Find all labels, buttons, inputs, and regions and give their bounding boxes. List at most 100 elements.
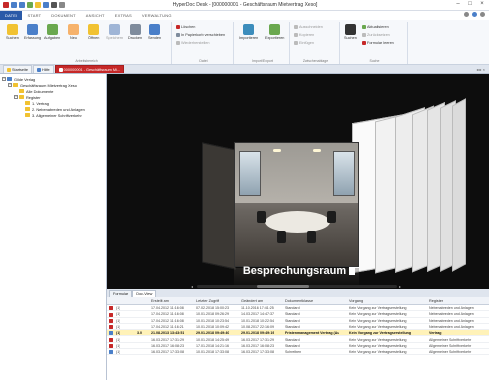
- ribbon-senden-button[interactable]: Senden: [148, 24, 161, 40]
- quick-access-item[interactable]: [59, 2, 65, 8]
- help-icon[interactable]: [472, 12, 477, 17]
- tree-node-label: 1. Vertrag: [32, 100, 49, 106]
- ribbon-neu-button[interactable]: Neu: [68, 24, 79, 40]
- tree-node-label: Alle Dokumente: [26, 88, 54, 94]
- ribbon-papierkorb-button[interactable]: In Papierkorb verschieben: [176, 33, 225, 37]
- delete-icon: [176, 25, 180, 29]
- tree-node-label: Gilde Verlag: [14, 76, 36, 82]
- ribbon-speichern-button[interactable]: Speichern: [106, 24, 123, 40]
- column-header[interactable]: Dokumentklasse: [285, 297, 313, 305]
- doc-tab-hilfe[interactable]: Hilfe: [33, 65, 54, 73]
- document-type-icon: [109, 312, 113, 317]
- ribbon-importieren-button[interactable]: Importieren: [239, 24, 258, 40]
- quick-access-item[interactable]: [43, 2, 49, 8]
- menu-tabs: DATEI START DOKUMENT ANSICHT EXTRAS VERWALTUN…: [0, 11, 489, 20]
- ribbon-group-suche: Suchen Aktualisieren Zurücksetzen Formul…: [342, 22, 408, 64]
- maximize-icon[interactable]: □: [466, 1, 474, 8]
- menu-tab-extras[interactable]: EXTRAS: [110, 11, 137, 20]
- ribbon-group-zwischenablage: Ausschneiden Kopieren Einfügen Zwischena…: [292, 22, 340, 64]
- ribbon-aktualisieren-button[interactable]: Aktualisieren: [362, 25, 389, 29]
- ribbon-suche-button[interactable]: Suchen: [344, 24, 357, 40]
- menu-tab-start[interactable]: START: [22, 11, 46, 20]
- photo-chair: [277, 231, 286, 243]
- ribbon-group-label: Datei: [199, 59, 208, 63]
- doc-tab-startseite[interactable]: Startseite: [3, 65, 33, 73]
- column-header[interactable]: Letzter Zugriff: [196, 297, 219, 305]
- ribbon-formular-leeren-button[interactable]: Formular leeren: [362, 41, 394, 45]
- preview-page[interactable]: [202, 142, 236, 270]
- document-preview[interactable]: Besprechungsraum ◂ ▸: [107, 74, 489, 289]
- ribbon-ausschneiden-button[interactable]: Ausschneiden: [294, 25, 323, 29]
- document-type-icon: [109, 344, 113, 349]
- collapse-icon[interactable]: −: [14, 95, 18, 99]
- cut-icon: [294, 25, 298, 29]
- ribbon-oeffnen-button[interactable]: Öffnen: [88, 24, 99, 40]
- ribbon-einfuegen-button[interactable]: Einfügen: [294, 41, 314, 45]
- tab-formular[interactable]: Formular: [109, 290, 133, 297]
- cell-geaendert: 16.03.2017 17:33:08: [241, 350, 274, 355]
- ribbon-zuruecksetzen-button[interactable]: Zurücksetzen: [362, 33, 390, 37]
- clear-form-icon: [362, 41, 366, 45]
- title-bar: HyperDoc Desk - [000000001 - Geschäftsra…: [0, 0, 489, 11]
- ribbon-search-button[interactable]: Suchen: [6, 24, 19, 40]
- menu-tab-datei[interactable]: DATEI: [0, 11, 23, 20]
- column-header[interactable]: Geändert am: [241, 297, 263, 305]
- document-icon: [349, 267, 356, 275]
- menu-tab-verwaltung[interactable]: VERWALTUNG: [137, 11, 177, 20]
- document-type-icon: [109, 350, 113, 355]
- grid-header: Erstellt am Letzter Zugriff Geändert am Dok…: [107, 297, 489, 305]
- ribbon-aufgaben-button[interactable]: Aufgaben: [44, 24, 60, 40]
- ribbon-erfassung-button[interactable]: Erfassung: [24, 24, 41, 40]
- trash-icon: [176, 33, 180, 37]
- folder-icon: [19, 95, 24, 99]
- binoculars-icon[interactable]: [51, 2, 57, 8]
- document-tabs: Startseite Hilfe 000000001 - Geschäftsra…: [0, 65, 489, 74]
- ribbon-kopieren-button[interactable]: Kopieren: [294, 33, 314, 37]
- refresh-icon: [362, 25, 366, 29]
- preview-scrollbar[interactable]: ◂ ▸: [191, 284, 401, 289]
- quick-access-item[interactable]: [35, 2, 41, 8]
- window-title: HyperDoc Desk - [000000001 - Geschäftsra…: [172, 2, 318, 8]
- minimize-icon[interactable]: –: [454, 1, 462, 8]
- table-row[interactable]: (1) 16.03.2017 17:33:08 10.01.2018 17:33:0…: [107, 349, 489, 356]
- folder-icon: [19, 89, 24, 93]
- column-header[interactable]: Register: [429, 297, 443, 305]
- open-folder-icon: [88, 24, 100, 35]
- preview-photo[interactable]: [234, 142, 359, 267]
- menu-tab-dokument[interactable]: DOKUMENT: [46, 11, 81, 20]
- menu-tab-ansicht[interactable]: ANSICHT: [81, 11, 110, 20]
- settings-icon[interactable]: [480, 12, 485, 17]
- doc-tab-current[interactable]: 000000001 - Geschäftsraum Mi...: [54, 65, 125, 73]
- quick-access-item[interactable]: [27, 2, 33, 8]
- quick-access-item[interactable]: [11, 2, 17, 8]
- document-type-icon: [109, 318, 113, 323]
- app-window: HyperDoc Desk - [000000001 - Geschäftsra…: [0, 0, 489, 380]
- doc-tabs-controls[interactable]: ◂ ▸ ×: [476, 67, 485, 72]
- binoculars-icon: [344, 24, 356, 35]
- collapse-icon[interactable]: −: [8, 83, 12, 87]
- info-icon[interactable]: [464, 12, 469, 17]
- ribbon-drucken-button[interactable]: Drucken: [128, 24, 142, 40]
- column-header[interactable]: Erstellt am: [151, 297, 169, 305]
- preview-page[interactable]: [452, 98, 466, 272]
- close-icon[interactable]: ×: [478, 1, 486, 8]
- save-icon: [109, 24, 121, 35]
- tree-node[interactable]: 3. Allgemeiner Schriftverkehr: [0, 112, 106, 118]
- quick-access-item[interactable]: [19, 2, 25, 8]
- column-header[interactable]: Vorgang: [349, 297, 363, 305]
- ribbon-group-datei: Löschen In Papierkorb verschieben Wieder…: [174, 22, 234, 64]
- ribbon-exportieren-button[interactable]: Exportieren: [265, 24, 284, 40]
- ribbon-group-label: Import/Export: [251, 59, 273, 63]
- preview-scroll-thumb[interactable]: [257, 285, 309, 288]
- document-type-icon: [109, 325, 113, 330]
- document-type-icon: [109, 337, 113, 342]
- ribbon-loeschen-button[interactable]: Löschen: [176, 25, 195, 29]
- tab-doc-view[interactable]: Doc-View: [132, 290, 157, 297]
- export-icon: [269, 24, 281, 35]
- folder-icon: [25, 107, 30, 111]
- ribbon-wiederherstellen-button[interactable]: Wiederherstellen: [176, 41, 210, 45]
- collapse-icon[interactable]: −: [2, 77, 6, 81]
- ribbon: Suchen Erfassung Aufgaben Neu Öffnen Spe…: [0, 20, 489, 65]
